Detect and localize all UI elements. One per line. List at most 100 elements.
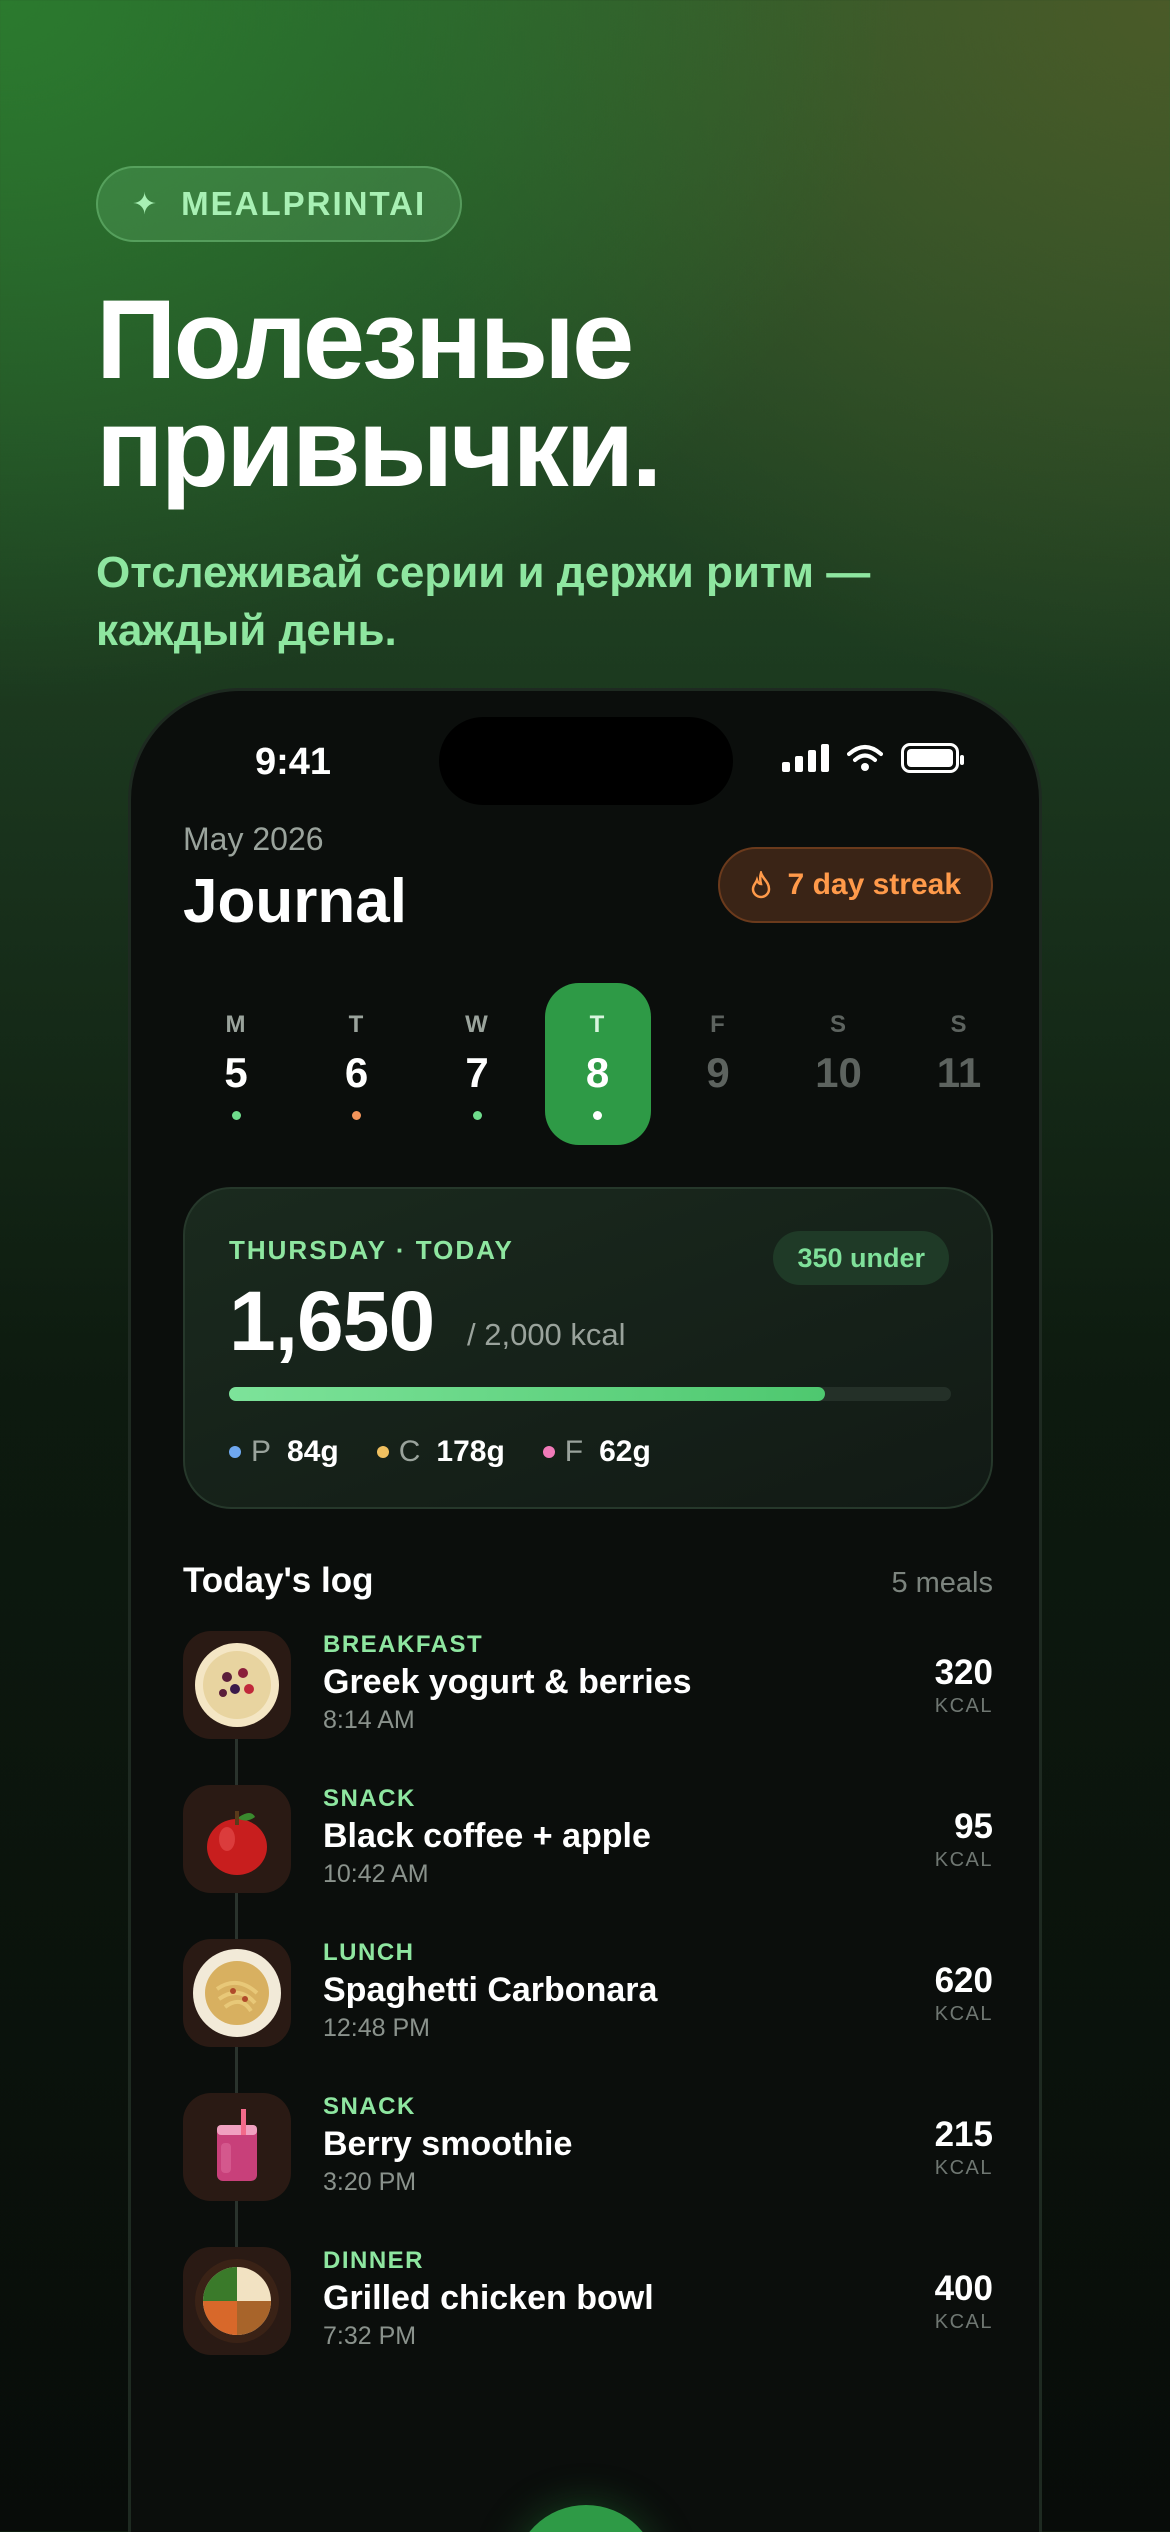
summary-day-label: THURSDAY · TODAY [229,1235,514,1265]
day-letter: S [829,1011,847,1038]
meal-name: Black coffee + apple [323,1817,651,1855]
meal-kcal-unit: KCAL [934,1695,993,1717]
macro-dot [229,1446,241,1458]
meal-info: LUNCH Spaghetti Carbonara 12:48 PM [323,1939,657,2043]
meal-row[interactable]: DINNER Grilled chicken bowl 7:32 PM 400 KCAL [183,2247,993,2359]
day-letter: T [589,1011,606,1038]
meal-info: BREAKFAST Greek yogurt & berries 8:14 AM [323,1631,691,1735]
streak-badge[interactable]: 7 day streak [717,847,993,923]
log-header: Today's log 5 meals [183,1561,993,1601]
brand-pill: ✦ MEALPRINTAI [96,166,463,242]
meal-time: 7:32 PM [323,2322,417,2350]
calorie-progress-bar [229,1387,951,1401]
headline-line: привычки. [96,385,662,510]
streak-label: 7 day streak [787,868,961,901]
meal-info: DINNER Grilled chicken bowl 7:32 PM [323,2247,654,2351]
meal-name: Berry smoothie [323,2125,573,2163]
macro-key: F [564,1435,584,1468]
camera-button[interactable] [513,2505,659,2532]
day-indicator-dot [231,1111,241,1120]
meal-name: Spaghetti Carbonara [323,1971,658,2009]
subline-line: Отслеживай серии и держи ритм — [96,548,871,597]
day-indicator-dot [472,1111,482,1120]
macro-value: 178g [436,1435,505,1468]
day-5[interactable]: M5 [183,983,289,1145]
day-number: 7 [465,1049,489,1096]
chicken-bowl-icon [183,2247,291,2355]
meal-time: 12:48 PM [323,2014,431,2042]
meal-type: DINNER [323,2247,425,2274]
calories-consumed: 1,650 [229,1274,435,1368]
meal-row[interactable]: SNACK Berry smoothie 3:20 PM 215 KCAL [183,2093,993,2205]
meal-type: SNACK [323,2093,416,2120]
tab-bar [131,2431,1039,2532]
meal-kcal-unit: KCAL [934,2157,993,2179]
journal-header: May 2026 Journal 7 day streak [183,821,993,937]
day-letter: F [710,1011,726,1038]
day-number: 11 [936,1049,982,1096]
brand-name: MEALPRINTAI [181,185,427,222]
apple-icon [183,1785,291,1893]
day-8[interactable]: T8 [544,983,651,1145]
macro-c: C 178g [376,1435,505,1469]
week-strip: M 5 T 6 W 7 T 8 F 9 S 10 S 11 [183,983,993,1145]
meal-info: SNACK Berry smoothie 3:20 PM [323,2093,572,2197]
daily-summary-card[interactable]: THURSDAY · TODAY 350 under 1,650 / 2,000… [183,1187,993,1509]
day-letter: M [225,1011,247,1038]
calorie-goal: / 2,000 kcal [467,1317,626,1352]
status-bar: 9:41 [131,691,1039,805]
subline-line: каждый день. [96,606,397,655]
headline-line: Полезные [96,277,634,402]
smoothie-glass-icon [183,2093,291,2201]
status-icons [782,743,964,773]
meal-row[interactable]: SNACK Black coffee + apple 10:42 AM 95 KCAL [183,1785,993,1897]
meal-type: BREAKFAST [323,1631,484,1658]
meal-type: LUNCH [323,1939,415,1966]
signal-icon [782,744,829,772]
day-10[interactable]: S 10 [786,983,892,1145]
macros-row: P 84g C 178g F 62g [229,1435,651,1469]
headline: Полезные привычки. [96,277,1076,510]
macro-f: F 62g [542,1435,651,1469]
day-letter: T [348,1011,365,1038]
day-6[interactable]: T6 [304,983,410,1145]
day-number: 10 [815,1049,862,1096]
meal-kcal-unit: KCAL [934,2003,993,2025]
day-7[interactable]: W7 [424,983,530,1145]
meal-kcal-unit: KCAL [934,1849,993,1871]
dynamic-island [439,717,733,805]
status-time: 9:41 [255,741,332,783]
day-number: 9 [706,1049,730,1096]
battery-icon [901,743,964,773]
macro-dot [376,1446,389,1458]
sparkle-icon: ✦ [132,187,160,221]
meal-calories: 400 KCAL [935,2269,993,2334]
day-9[interactable]: F9 [665,983,771,1145]
calorie-progress-fill [229,1387,825,1401]
wifi-icon [847,745,883,771]
meal-row[interactable]: LUNCH Spaghetti Carbonara 12:48 PM 620 KCAL [183,1939,993,2051]
under-budget-badge: 350 under [773,1231,949,1285]
hero: ✦ MEALPRINTAI Полезные привычки. Отслежи… [96,166,1076,660]
yogurt-bowl-icon [183,1631,291,1739]
macro-dot [542,1446,555,1458]
meal-time: 10:42 AM [323,1860,429,1888]
subline: Отслеживай серии и держи ритм — каждый д… [96,544,1076,660]
meal-time: 8:14 AM [323,1706,415,1734]
meal-calories: 320 KCAL [935,1653,993,1718]
day-number: 5 [224,1049,248,1096]
log-title: Today's log [183,1561,374,1600]
meal-kcal-value: 215 [934,2115,993,2154]
meal-kcal-value: 95 [954,1807,993,1846]
meal-calories: 215 KCAL [935,2115,993,2180]
day-11[interactable]: S 11 [906,983,1012,1145]
day-number: 8 [585,1049,610,1096]
meal-row[interactable]: BREAKFAST Greek yogurt & berries 8:14 AM 32… [183,1631,993,1743]
day-letter: W [465,1011,489,1038]
meal-count: 5 meals [891,1567,993,1599]
meal-time: 3:20 PM [323,2168,417,2196]
macro-key: P [251,1435,272,1468]
meal-kcal-value: 320 [934,1653,993,1692]
flame-icon [751,871,770,899]
macro-value: 62g [599,1435,651,1468]
